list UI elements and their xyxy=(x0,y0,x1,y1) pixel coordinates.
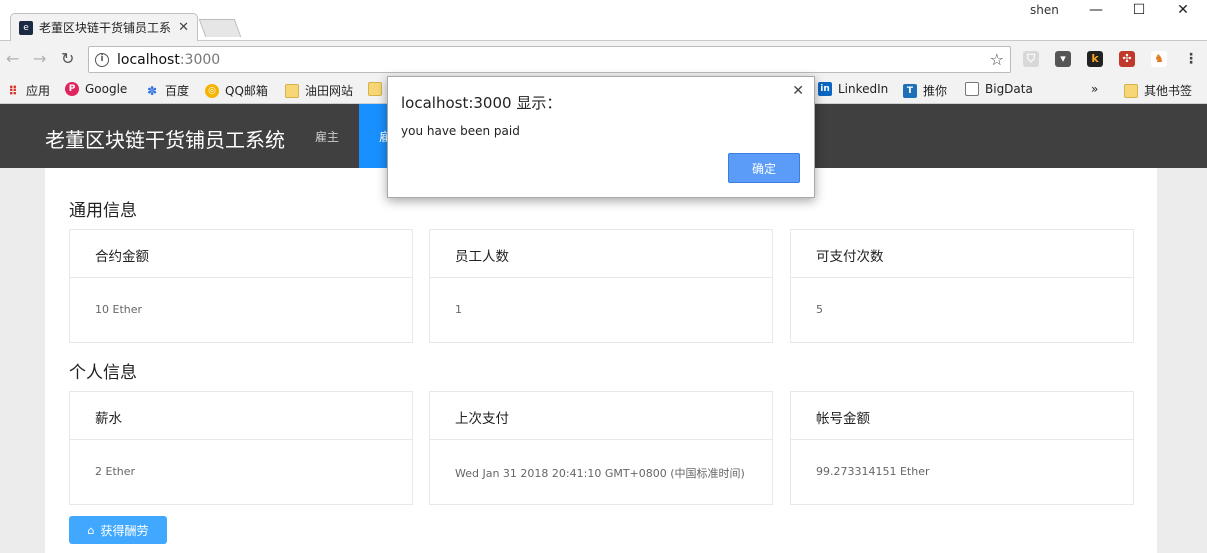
folder-icon xyxy=(285,83,299,98)
bookmark-label: 推你 xyxy=(923,84,948,98)
google-p-icon: P xyxy=(65,82,79,96)
get-paid-button[interactable]: ⌂ 获得酬劳 xyxy=(69,516,167,544)
metamask-fox-icon[interactable]: ♞ xyxy=(1151,51,1167,67)
browser-toolbar: ← → ↻ i localhost:3000 ☆ ⛉ ▾ k ✣ ♞ ⋮ xyxy=(0,41,1207,78)
bookmark-folder-hidden[interactable] xyxy=(368,82,388,96)
card-label: 帐号金额 xyxy=(791,392,1133,440)
page-icon xyxy=(965,82,979,96)
bookmark-qqmail[interactable]: ◎ QQ邮箱 xyxy=(205,82,268,99)
get-paid-label: 获得酬劳 xyxy=(100,523,149,538)
dialog-close-icon[interactable]: ✕ xyxy=(792,83,804,99)
browser-tab[interactable]: e 老董区块链干货铺员工系 ✕ xyxy=(10,13,198,41)
card-value: 10 Ether xyxy=(95,303,143,316)
forward-arrow-icon[interactable]: → xyxy=(33,49,46,68)
tab-title: 老董区块链干货铺员工系 xyxy=(39,21,172,35)
card-value: 1 xyxy=(455,303,462,316)
card-label: 上次支付 xyxy=(430,392,772,440)
baidu-paw-icon: ✽ xyxy=(146,83,158,98)
bookmark-apps[interactable]: ⠿ 应用 xyxy=(6,82,50,99)
card-value: 5 xyxy=(816,303,823,316)
nav-employer[interactable]: 雇主 xyxy=(315,128,339,145)
account-balance-card: 帐号金额 99.273314151 Ether xyxy=(790,391,1134,505)
card-label: 员工人数 xyxy=(430,230,772,278)
bookmarks-overflow-icon[interactable]: » xyxy=(1091,82,1098,96)
general-info-title: 通用信息 xyxy=(69,201,137,221)
bookmark-label: Google xyxy=(85,82,128,96)
dialog-message: you have been paid xyxy=(401,124,520,138)
card-label: 可支付次数 xyxy=(791,230,1133,278)
folder-icon xyxy=(1124,83,1138,98)
bookmark-linkedin[interactable]: in LinkedIn xyxy=(818,82,888,96)
bookmark-label: 油田网站 xyxy=(305,84,354,98)
bookmark-oilfield[interactable]: 油田网站 xyxy=(285,82,353,99)
profile-name[interactable]: shen xyxy=(1030,3,1059,17)
minimize-icon[interactable]: — xyxy=(1073,0,1119,22)
bookmark-bigdata[interactable]: BigData xyxy=(965,82,1033,96)
bookmark-tuini[interactable]: T 推你 xyxy=(903,82,947,99)
reload-icon[interactable]: ↻ xyxy=(61,49,74,68)
browser-titlebar: e 老董区块链干货铺员工系 ✕ shen — ☐ ✕ xyxy=(0,0,1207,41)
card-value: 99.273314151 Ether xyxy=(816,465,930,478)
card-label: 薪水 xyxy=(70,392,412,440)
alert-dialog: localhost:3000 显示： ✕ you have been paid … xyxy=(387,76,815,198)
app-brand: 老董区块链干货铺员工系统 xyxy=(45,128,285,152)
bookmark-label: 应用 xyxy=(26,84,51,98)
card-value: 2 Ether xyxy=(95,465,136,478)
info-icon[interactable]: i xyxy=(95,52,109,67)
bookmark-label: BigData xyxy=(985,82,1033,96)
employee-count-card: 员工人数 1 xyxy=(429,229,773,343)
bookmark-label: 其他书签 xyxy=(1144,84,1193,98)
bookmark-label: QQ邮箱 xyxy=(225,84,268,98)
site-favicon-icon: e xyxy=(19,20,33,35)
tab-close-icon[interactable]: ✕ xyxy=(178,20,189,35)
bookmark-other[interactable]: 其他书签 xyxy=(1124,82,1192,99)
dialog-title: localhost:3000 显示： xyxy=(401,94,562,112)
dialog-ok-button[interactable]: 确定 xyxy=(728,153,800,183)
linkedin-icon: in xyxy=(818,82,832,96)
qqmail-icon: ◎ xyxy=(205,83,219,98)
shield-extension-icon[interactable]: ⛉ xyxy=(1023,51,1039,67)
card-value: Wed Jan 31 2018 20:41:10 GMT+0800 (中国标准时… xyxy=(455,467,745,480)
address-port: :3000 xyxy=(179,51,221,68)
last-payment-card: 上次支付 Wed Jan 31 2018 20:41:10 GMT+0800 (… xyxy=(429,391,773,505)
puzzle-extension-icon[interactable]: ✣ xyxy=(1119,51,1135,67)
bookmark-label: 百度 xyxy=(165,84,190,98)
bank-icon: ⌂ xyxy=(87,523,95,537)
bookmark-google[interactable]: P Google xyxy=(65,82,127,96)
pocket-extension-icon[interactable]: ▾ xyxy=(1055,51,1071,67)
menu-kebab-icon[interactable]: ⋮ xyxy=(1183,51,1199,67)
back-arrow-icon[interactable]: ← xyxy=(6,49,19,68)
new-tab-button[interactable] xyxy=(198,19,242,37)
t-icon: T xyxy=(903,83,917,98)
contract-amount-card: 合约金额 10 Ether xyxy=(69,229,413,343)
bookmark-baidu[interactable]: ✽ 百度 xyxy=(145,82,189,99)
bookmark-label: LinkedIn xyxy=(838,82,889,96)
payable-times-card: 可支付次数 5 xyxy=(790,229,1134,343)
window-close-icon[interactable]: ✕ xyxy=(1160,0,1206,22)
salary-card: 薪水 2 Ether xyxy=(69,391,413,505)
address-bar[interactable]: i localhost:3000 ☆ xyxy=(88,46,1011,73)
maximize-icon[interactable]: ☐ xyxy=(1116,0,1162,22)
k-extension-icon[interactable]: k xyxy=(1087,51,1103,67)
folder-icon xyxy=(368,82,382,96)
address-host: localhost xyxy=(117,51,180,68)
personal-info-title: 个人信息 xyxy=(69,363,137,383)
bookmark-star-icon[interactable]: ☆ xyxy=(990,50,1004,69)
apps-grid-icon: ⠿ xyxy=(8,83,18,98)
card-label: 合约金额 xyxy=(70,230,412,278)
main-content: 通用信息 合约金额 10 Ether 员工人数 1 可支付次数 5 个人信息 薪… xyxy=(45,168,1157,553)
